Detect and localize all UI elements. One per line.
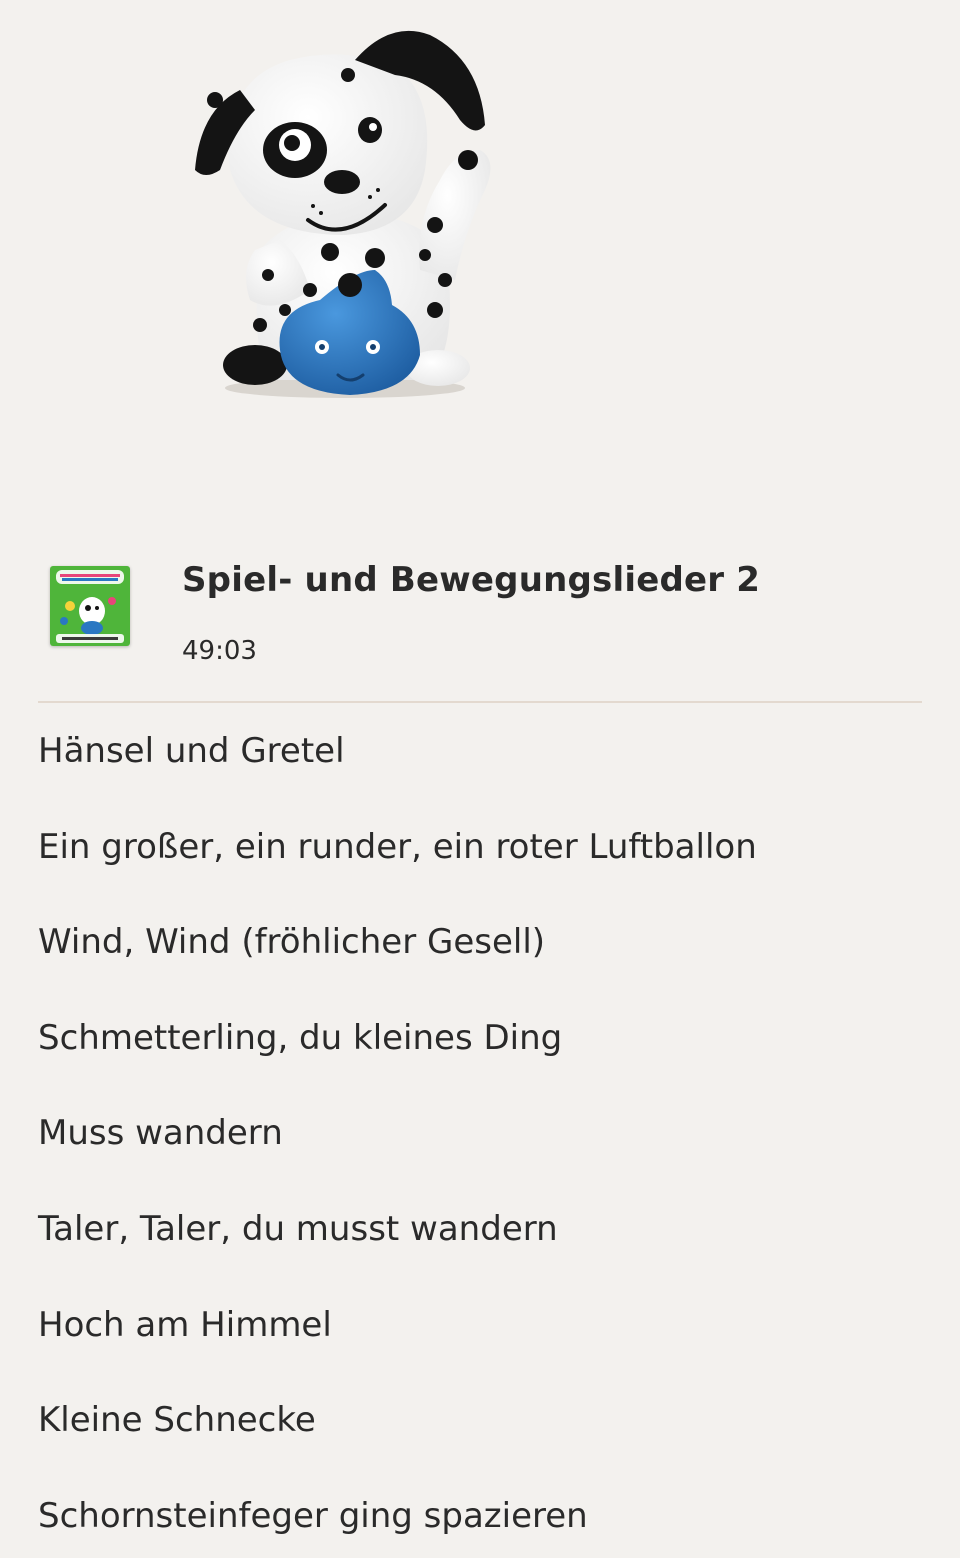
dalmatian-figure-icon [195, 30, 491, 398]
track-item[interactable]: Wind, Wind (fröhlicher Gesell) [38, 895, 928, 991]
track-item[interactable]: Muss wandern [38, 1086, 928, 1182]
track-item[interactable]: Hänsel und Gretel [38, 704, 928, 800]
track-item[interactable]: Ein großer, ein runder, ein roter Luftba… [38, 800, 928, 896]
track-item[interactable]: Kleine Schnecke [38, 1373, 928, 1469]
album-title: Spiel- und Bewegungslieder 2 [182, 560, 761, 600]
album-duration: 49:03 [182, 636, 257, 666]
album-header: Spiel- und Bewegungslieder 2 49:03 [0, 552, 960, 702]
album-detail-page: Spiel- und Bewegungslieder 2 49:03 Hänse… [0, 0, 960, 1558]
track-item[interactable]: Schornsteinfeger ging spazieren [38, 1469, 928, 1558]
album-cover [50, 566, 130, 646]
track-item[interactable]: Hoch am Himmel [38, 1278, 928, 1374]
track-item[interactable]: Taler, Taler, du musst wandern [38, 1182, 928, 1278]
figure-image [180, 20, 510, 410]
track-list: Hänsel und Gretel Ein großer, ein runder… [38, 704, 928, 1558]
divider [38, 701, 922, 703]
track-item[interactable]: Schmetterling, du kleines Ding [38, 991, 928, 1087]
album-cover-icon [50, 566, 130, 646]
